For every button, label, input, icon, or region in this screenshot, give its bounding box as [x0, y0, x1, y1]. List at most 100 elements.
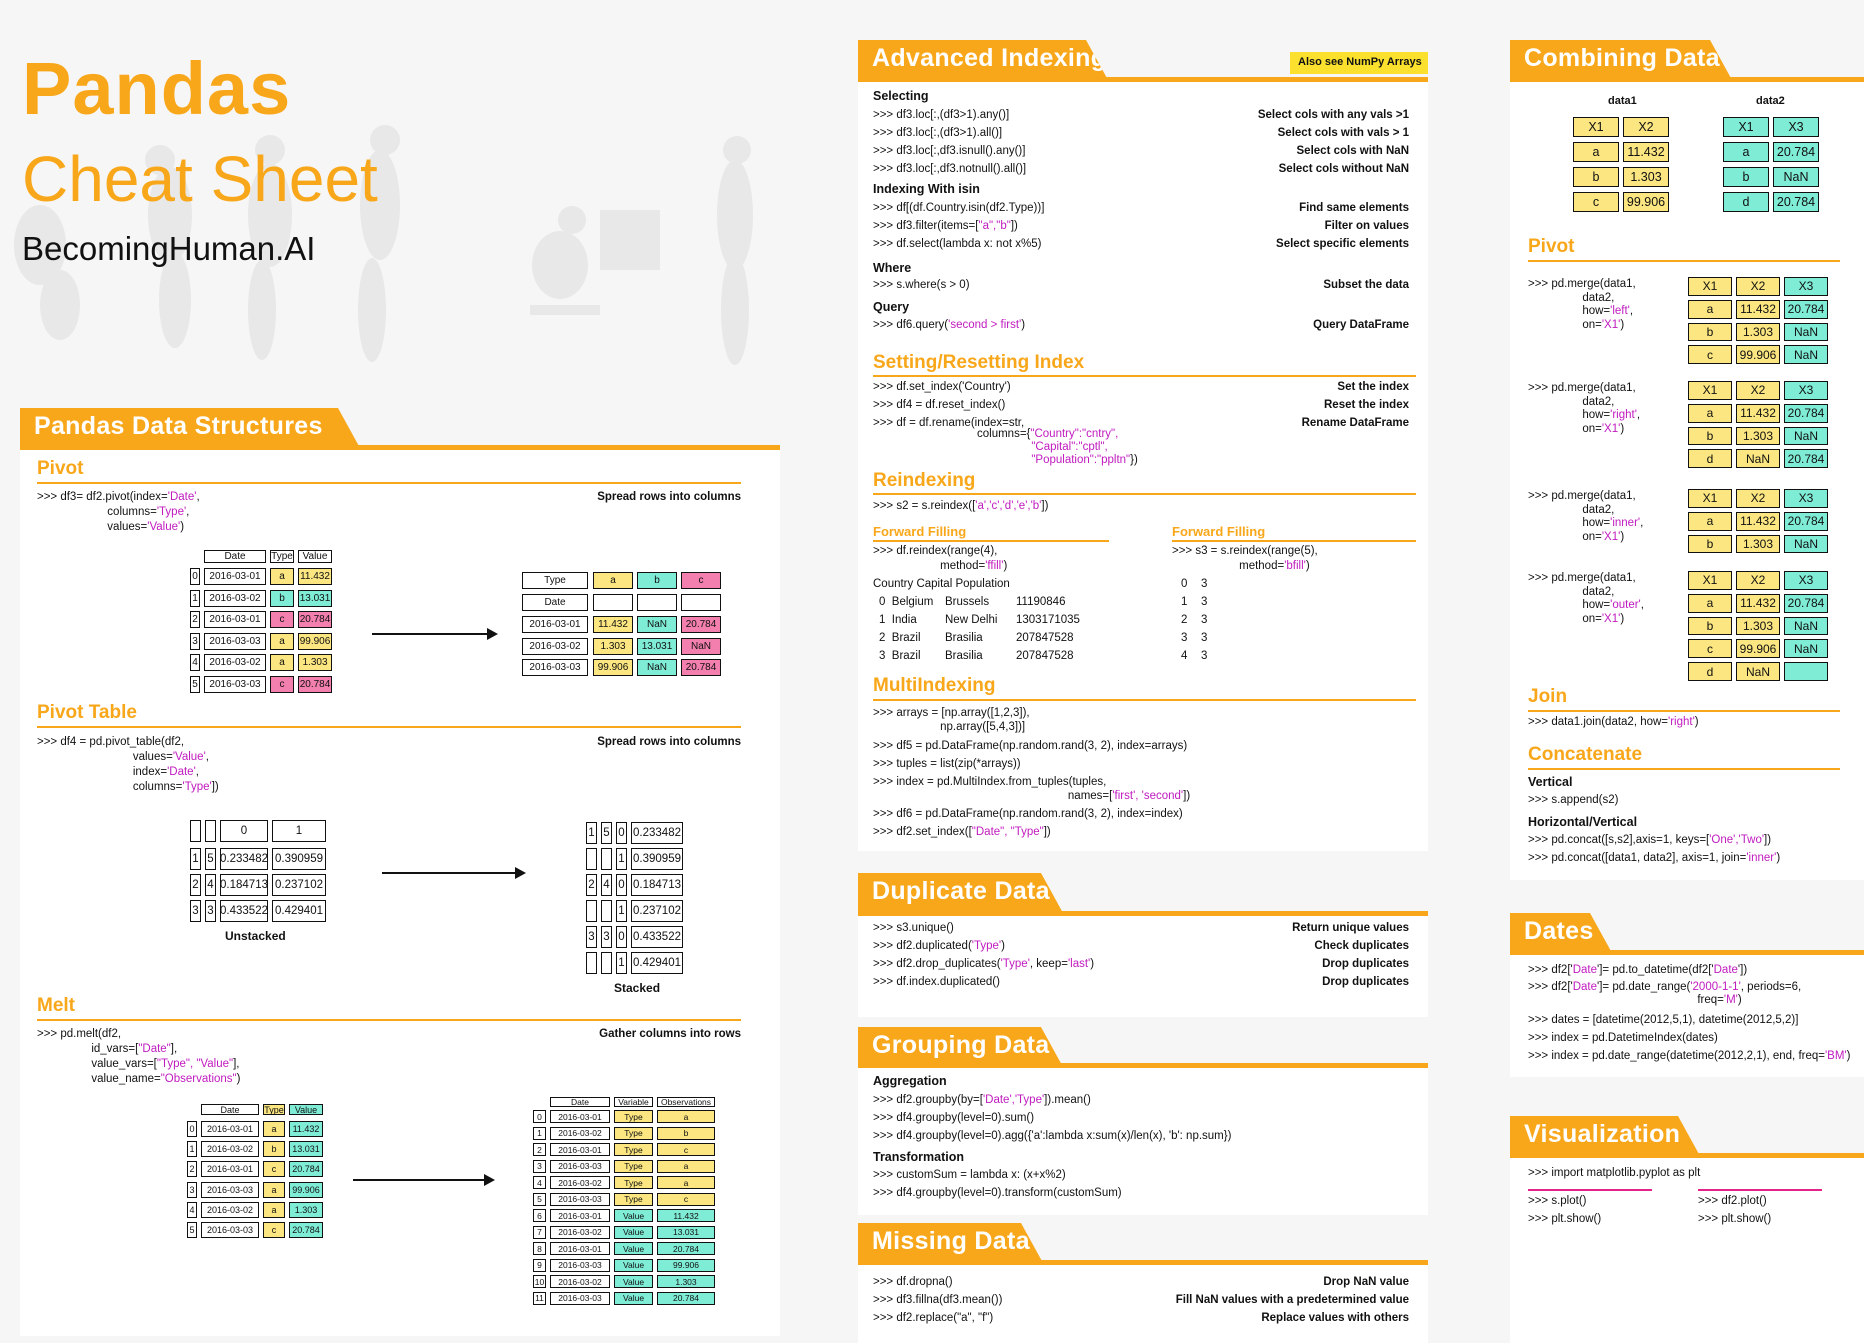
- query-code: >>> df6.query('second > first'): [873, 319, 1026, 331]
- table-header: X1: [1688, 381, 1732, 400]
- table-cell: 20.784: [657, 1291, 715, 1305]
- table-header: X1: [1688, 489, 1732, 508]
- selecting-code: >>> df3.loc[:,df3.isnull().any()]: [873, 145, 1026, 157]
- table-cell: 20.784: [657, 1242, 715, 1255]
- table-header: X3: [1784, 489, 1828, 508]
- ffill-table-cell: 0 Belgium: [879, 596, 934, 608]
- table-cell: 1: [616, 900, 627, 922]
- viz-code-show-2: >>> plt.show(): [1698, 1213, 1772, 1225]
- append-code: >>> s.append(s2): [1528, 794, 1619, 806]
- duplicate-desc: Drop duplicates: [1322, 976, 1409, 988]
- join-code: >>> data1.join(data2, how='right'): [1528, 716, 1699, 728]
- bfill-code: >>> s3 = s.reindex(range(5), method='bfi…: [1172, 545, 1318, 572]
- missing-desc: Replace values with others: [1261, 1312, 1409, 1324]
- table-header: X2: [1736, 381, 1780, 400]
- data2-label: data2: [1756, 95, 1785, 107]
- table-cell-empty: [586, 848, 597, 870]
- table-header: b: [637, 572, 677, 589]
- section-title-combining-data: Combining Data: [1510, 40, 1732, 80]
- table-cell: c: [1688, 345, 1732, 365]
- table-cell: 1.303: [298, 654, 332, 671]
- table-cell: Type: [614, 1192, 653, 1206]
- table-cell: b: [263, 1141, 285, 1158]
- table-cell: b: [1688, 426, 1732, 446]
- table-cell: 0.433522: [220, 900, 268, 922]
- table-cell: 0.237102: [272, 874, 326, 896]
- table-cell: c: [657, 1192, 715, 1206]
- table-cell-empty: [205, 820, 216, 842]
- bfill-table-cell: 3: [1181, 632, 1188, 644]
- dates-code-4: >>> index = pd.DatetimeIndex(dates): [1528, 1032, 1718, 1044]
- table-cell: 0: [616, 926, 627, 948]
- selecting-desc: Select cols with vals > 1: [1277, 127, 1409, 139]
- table-cell: NaN: [681, 637, 721, 655]
- vertical-heading: Vertical: [1528, 775, 1573, 789]
- table-cell: 7: [533, 1225, 546, 1239]
- table-cell: 2016-03-01: [550, 1242, 610, 1255]
- table-cell: 13.031: [298, 589, 332, 607]
- duplicate-desc: Check duplicates: [1314, 940, 1409, 952]
- table-cell: NaN: [1784, 616, 1828, 636]
- table-cell: 1: [190, 589, 200, 607]
- table-header: Type: [263, 1104, 285, 1115]
- multiindex-code-2: >>> df5 = pd.DataFrame(np.random.rand(3,…: [873, 740, 1188, 752]
- table-cell: 20.784: [1784, 511, 1828, 531]
- groupby-code-2: >>> df4.groupby(level=0).sum(): [873, 1112, 1035, 1124]
- subsection-set-reset-index: Setting/Resetting Index: [873, 352, 1085, 373]
- table-cell: c: [1573, 192, 1619, 212]
- table-header: X3: [1784, 277, 1828, 296]
- horizontal-vertical-heading: Horizontal/Vertical: [1528, 815, 1638, 829]
- table-cell: 11.432: [289, 1121, 323, 1137]
- table-cell: Value: [614, 1291, 653, 1305]
- merge-code: >>> pd.merge(data1, data2, how='outer', …: [1528, 572, 1644, 625]
- numpy-badge[interactable]: Also see NumPy Arrays: [1290, 52, 1428, 74]
- reindex-code: >>> s2 = s.reindex(['a','c','d','e','b']…: [873, 500, 1049, 512]
- table-cell: 20.784: [1773, 142, 1819, 162]
- table-cell: NaN: [1736, 449, 1780, 469]
- table-cell: Value: [614, 1275, 653, 1288]
- isin-code-2: >>> df3.filter(items=["a","b"]): [873, 220, 1018, 232]
- ffill-table-header: Country Capital Population: [873, 578, 1010, 590]
- table-cell: 3: [187, 1181, 197, 1198]
- table-cell: a: [263, 1121, 285, 1137]
- table-cell: b: [1723, 167, 1769, 187]
- bfill-table-cell: 2: [1181, 614, 1188, 626]
- table-cell: NaN: [637, 616, 677, 633]
- table-header: Value: [298, 550, 332, 563]
- table-cell: 2: [190, 611, 200, 628]
- table-cell: 2016-03-03: [204, 632, 266, 650]
- isin-heading: Indexing With isin: [873, 182, 980, 196]
- table-header: X1: [1688, 571, 1732, 590]
- table-cell: 0.184713: [631, 874, 683, 896]
- table-cell: 2016-03-01: [550, 1143, 610, 1156]
- table-cell: c: [657, 1143, 715, 1156]
- table-cell: 0.433522: [631, 926, 683, 948]
- table-cell: 11.432: [593, 616, 633, 633]
- pivot-desc: Spread rows into columns: [597, 491, 741, 503]
- table-cell: NaN: [1784, 345, 1828, 365]
- table-cell: 13.031: [289, 1141, 323, 1158]
- table-cell: 4: [601, 874, 612, 896]
- table-header: 0: [220, 820, 268, 842]
- table-cell: 99.906: [289, 1181, 323, 1198]
- table-cell: a: [263, 1181, 285, 1198]
- table-cell: 2016-03-03: [550, 1291, 610, 1305]
- subsection-pivot: Pivot: [37, 458, 84, 479]
- table-cell: 11.432: [298, 568, 332, 585]
- table-cell: c: [263, 1161, 285, 1178]
- duplicate-code: >>> df2.drop_duplicates('Type', keep='la…: [873, 958, 1095, 970]
- pivot-table-desc: Spread rows into columns: [597, 736, 741, 748]
- table-cell: d: [1723, 192, 1769, 212]
- table-cell: 2016-03-02: [550, 1176, 610, 1189]
- table-cell: 2016-03-03: [201, 1222, 259, 1238]
- table-cell: d: [1688, 662, 1732, 681]
- table-cell: 2016-03-02: [204, 589, 266, 607]
- table-cell: 20.784: [1773, 192, 1819, 212]
- table-header: c: [681, 572, 721, 589]
- backward-filling-heading: Forward Filling: [1172, 524, 1266, 539]
- bfill-table-cell: 3: [1201, 596, 1208, 608]
- table-cell: 5: [601, 822, 612, 844]
- section-title-duplicate-data: Duplicate Data: [858, 873, 1063, 913]
- multiindex-code-5: >>> df6 = pd.DataFrame(np.random.rand(3,…: [873, 808, 1183, 820]
- isin-code-3: >>> df.select(lambda x: not x%5): [873, 238, 1042, 250]
